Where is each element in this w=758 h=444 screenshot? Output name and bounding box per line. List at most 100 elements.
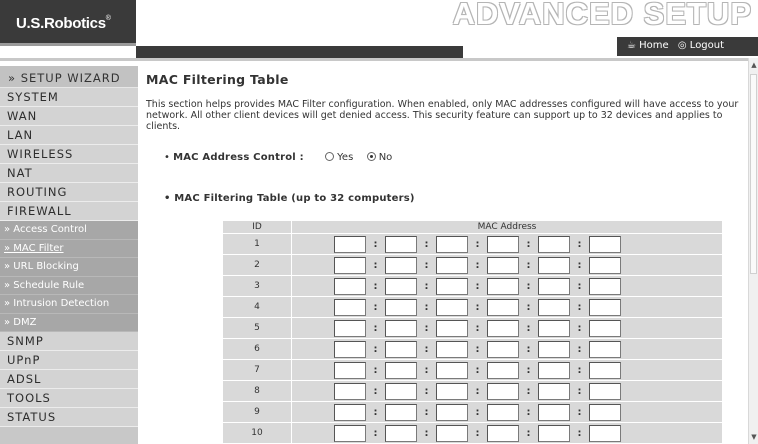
mac-separator: : — [373, 406, 378, 418]
sidebar-item-setup-wizard[interactable]: » SETUP WIZARD — [0, 66, 138, 88]
mac-octet-input[interactable] — [487, 235, 519, 253]
home-link[interactable]: ☕ Home — [627, 40, 669, 51]
mac-octet-input[interactable] — [334, 424, 366, 442]
mac-octet-input[interactable] — [436, 319, 468, 337]
mac-octet-input[interactable] — [436, 361, 468, 379]
mac-octet-input[interactable] — [334, 256, 366, 274]
mac-octet-input[interactable] — [538, 319, 570, 337]
mac-octet-input[interactable] — [385, 361, 417, 379]
mac-octet-input[interactable] — [487, 298, 519, 316]
table-row: 7::::: — [223, 360, 722, 380]
mac-octet-input[interactable] — [385, 277, 417, 295]
radio-yes-option[interactable]: Yes — [324, 152, 357, 163]
mac-octet-input[interactable] — [334, 361, 366, 379]
radio-no[interactable] — [366, 152, 376, 161]
mac-octet-input[interactable] — [436, 340, 468, 358]
mac-octet-input[interactable] — [589, 424, 621, 442]
mac-separator: : — [526, 343, 531, 355]
table-row: 3::::: — [223, 276, 722, 296]
logout-icon: ◎ — [677, 40, 687, 51]
sidebar-subitem-label: » Schedule Rule — [4, 279, 85, 291]
mac-octet-input[interactable] — [589, 298, 621, 316]
sidebar-subitem-mac-filter[interactable]: » MAC Filter — [0, 239, 138, 258]
mac-octet-input[interactable] — [436, 277, 468, 295]
mac-octet-input[interactable] — [538, 340, 570, 358]
sidebar-item-upnp[interactable]: UPnP — [0, 351, 138, 370]
mac-octet-input[interactable] — [538, 361, 570, 379]
mac-octet-input[interactable] — [589, 277, 621, 295]
sidebar-item-lan[interactable]: LAN — [0, 126, 138, 145]
sidebar-item-wireless[interactable]: WIRELESS — [0, 145, 138, 164]
mac-octet-input[interactable] — [538, 235, 570, 253]
sidebar-subitem-schedule-rule[interactable]: » Schedule Rule — [0, 276, 138, 295]
mac-octet-input[interactable] — [436, 256, 468, 274]
mac-octet-input[interactable] — [436, 235, 468, 253]
mac-octet-input[interactable] — [385, 424, 417, 442]
mac-octet-input[interactable] — [385, 298, 417, 316]
mac-octet-input[interactable] — [334, 277, 366, 295]
col-id-header: ID — [223, 221, 291, 233]
mac-octet-input[interactable] — [385, 256, 417, 274]
mac-octet-input[interactable] — [487, 382, 519, 400]
sidebar-item-adsl[interactable]: ADSL — [0, 370, 138, 389]
mac-octet-input[interactable] — [538, 256, 570, 274]
mac-octet-input[interactable] — [334, 298, 366, 316]
mac-octet-input[interactable] — [385, 319, 417, 337]
mac-octet-input[interactable] — [487, 256, 519, 274]
mac-octet-input[interactable] — [334, 235, 366, 253]
sidebar-item-system[interactable]: SYSTEM — [0, 88, 138, 107]
mac-octet-input[interactable] — [487, 319, 519, 337]
mac-separator: : — [577, 406, 582, 418]
mac-octet-input[interactable] — [538, 277, 570, 295]
mac-octet-input[interactable] — [589, 340, 621, 358]
mac-octet-input[interactable] — [487, 361, 519, 379]
mac-octet-input[interactable] — [589, 361, 621, 379]
mac-octet-input[interactable] — [334, 382, 366, 400]
radio-no-option[interactable]: No — [366, 152, 392, 163]
sidebar-subitem-dmz[interactable]: » DMZ — [0, 313, 138, 332]
scroll-thumb[interactable] — [750, 74, 757, 274]
sidebar-item-routing[interactable]: ROUTING — [0, 183, 138, 202]
sidebar-item-status[interactable]: STATUS — [0, 408, 138, 427]
mac-octet-input[interactable] — [589, 382, 621, 400]
sidebar-item-snmp[interactable]: SNMP — [0, 332, 138, 351]
vertical-scrollbar[interactable]: ▲ ▼ — [748, 58, 758, 444]
mac-octet-input[interactable] — [538, 298, 570, 316]
mac-octet-input[interactable] — [487, 424, 519, 442]
mac-octet-input[interactable] — [589, 256, 621, 274]
mac-octet-input[interactable] — [334, 403, 366, 421]
mac-octet-input[interactable] — [487, 340, 519, 358]
logout-link[interactable]: ◎ Logout — [678, 40, 724, 51]
sidebar-subitem-access-control[interactable]: » Access Control — [0, 221, 138, 240]
mac-octet-input[interactable] — [385, 340, 417, 358]
mac-separator: : — [475, 301, 480, 313]
sidebar-item-wan[interactable]: WAN — [0, 107, 138, 126]
sidebar-item-tools[interactable]: TOOLS — [0, 389, 138, 408]
sidebar-subitem-url-blocking[interactable]: » URL Blocking — [0, 258, 138, 277]
scroll-down-arrow-icon[interactable]: ▼ — [750, 433, 758, 441]
sidebar-subitem-intrusion-detection[interactable]: » Intrusion Detection — [0, 295, 138, 314]
sidebar-item-firewall[interactable]: FIREWALL — [0, 202, 138, 221]
radio-yes[interactable] — [324, 152, 334, 161]
mac-octet-input[interactable] — [436, 298, 468, 316]
mac-octet-input[interactable] — [538, 382, 570, 400]
mac-octet-input[interactable] — [436, 403, 468, 421]
sidebar-item-nat[interactable]: NAT — [0, 164, 138, 183]
scroll-up-arrow-icon[interactable]: ▲ — [750, 61, 758, 69]
mac-octet-input[interactable] — [385, 235, 417, 253]
mac-octet-input[interactable] — [436, 382, 468, 400]
mac-octet-input[interactable] — [538, 403, 570, 421]
mac-octet-input[interactable] — [385, 403, 417, 421]
radio-yes-label: Yes — [337, 152, 354, 163]
mac-octet-input[interactable] — [589, 403, 621, 421]
mac-octet-input[interactable] — [436, 424, 468, 442]
mac-separator: : — [577, 364, 582, 376]
mac-octet-input[interactable] — [334, 319, 366, 337]
mac-octet-input[interactable] — [334, 340, 366, 358]
mac-octet-input[interactable] — [487, 403, 519, 421]
mac-octet-input[interactable] — [487, 277, 519, 295]
mac-octet-input[interactable] — [589, 235, 621, 253]
mac-octet-input[interactable] — [385, 382, 417, 400]
mac-octet-input[interactable] — [589, 319, 621, 337]
mac-octet-input[interactable] — [538, 424, 570, 442]
